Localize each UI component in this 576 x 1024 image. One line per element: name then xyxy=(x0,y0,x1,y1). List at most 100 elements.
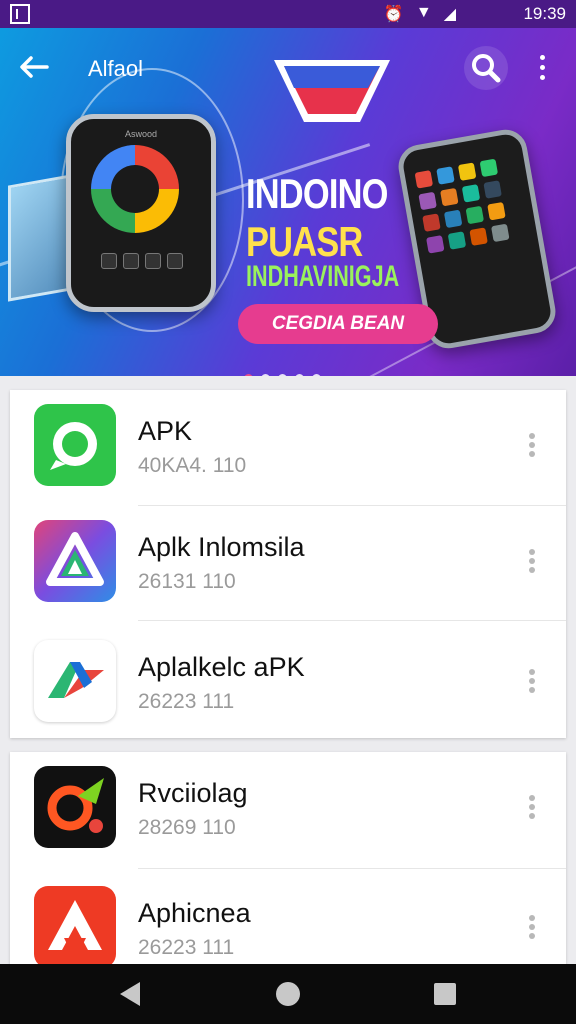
more-dot xyxy=(529,687,535,693)
app-tile xyxy=(483,180,502,199)
more-dot xyxy=(529,804,535,810)
item-more-button[interactable] xyxy=(524,546,540,576)
wifi-icon: ▼ xyxy=(415,4,432,21)
more-dot xyxy=(539,65,545,70)
more-dot xyxy=(529,924,535,930)
app-title: Rvciiolag xyxy=(138,778,248,808)
dock-icon xyxy=(145,253,161,269)
phone-illustration-left: Aswood xyxy=(66,114,216,312)
app-title: Aplk Inlomsila xyxy=(138,532,305,562)
carousel-dot[interactable] xyxy=(244,374,253,376)
dock-icon xyxy=(167,253,183,269)
more-dot xyxy=(529,567,535,573)
more-dot xyxy=(529,442,535,448)
alarm-icon: ⏰ xyxy=(383,6,404,23)
more-dot xyxy=(529,678,535,684)
list-item[interactable]: Aplk Inlomsila 26131 110 xyxy=(10,506,566,618)
app-tile xyxy=(469,227,488,246)
nav-home-icon[interactable] xyxy=(276,982,300,1006)
triangle-logo-icon xyxy=(34,520,116,602)
app-tile xyxy=(422,213,441,232)
promo-headline-2: PUASR xyxy=(246,218,363,265)
item-more-button[interactable] xyxy=(524,912,540,942)
green-chat-icon xyxy=(34,404,116,486)
more-dot xyxy=(539,75,545,80)
back-arrow-icon[interactable] xyxy=(14,50,54,90)
app-subtitle: 26223 111 xyxy=(138,690,235,713)
list-item[interactable]: Aplalkelc aPK 26223 111 xyxy=(10,626,566,738)
item-more-button[interactable] xyxy=(524,430,540,460)
red-a-logo-icon xyxy=(34,886,116,968)
more-dot xyxy=(529,558,535,564)
more-dot xyxy=(529,451,535,457)
dock-icon xyxy=(123,253,139,269)
nav-recents-icon[interactable] xyxy=(434,983,456,1005)
more-dot xyxy=(529,433,535,439)
app-tile xyxy=(479,158,499,178)
banner-badge-shape xyxy=(274,60,390,122)
orange-loop-icon-svg xyxy=(47,778,104,833)
promo-headline-3: INDHAVINIGJA xyxy=(246,260,400,293)
more-dot xyxy=(529,795,535,801)
app-tile xyxy=(487,201,506,221)
more-dot xyxy=(529,933,535,939)
divider xyxy=(138,620,566,621)
promo-cta-button[interactable]: CEGDIA BEAN xyxy=(238,304,438,344)
app-tile xyxy=(447,231,467,250)
app-tile xyxy=(440,187,459,207)
phone-dock xyxy=(101,253,183,269)
promo-headline-1: INDOINO xyxy=(246,170,388,217)
app-title: Alfaol xyxy=(88,56,144,81)
carousel-dot[interactable] xyxy=(278,374,287,376)
carousel-dot[interactable] xyxy=(295,374,304,376)
app-subtitle: 40KA4. 110 xyxy=(138,454,247,477)
triangle-logo-icon-svg xyxy=(46,532,104,586)
app-tile xyxy=(443,209,463,229)
list-item[interactable]: APK 40KA4. 110 xyxy=(10,390,566,502)
item-more-button[interactable] xyxy=(524,666,540,696)
divider xyxy=(138,868,566,869)
app-list-card: APK 40KA4. 110 Aplk Inlomsila 26131 110 xyxy=(10,390,566,738)
search-icon xyxy=(472,54,501,83)
dock-icon xyxy=(101,253,117,269)
more-dot xyxy=(529,669,535,675)
nav-back-icon[interactable] xyxy=(120,982,140,1006)
app-title: APK xyxy=(138,416,193,446)
app-tile xyxy=(436,166,455,185)
app-title: Aphicnea xyxy=(138,898,251,928)
app-tile xyxy=(491,223,510,243)
app-subtitle: 26223 111 xyxy=(138,936,235,959)
more-dot xyxy=(529,813,535,819)
list-item[interactable]: Rvciiolag 28269 110 xyxy=(10,752,566,864)
item-more-button[interactable] xyxy=(524,792,540,822)
app-tile xyxy=(457,162,477,181)
google-logo-icon xyxy=(91,145,179,233)
phone-brand-label: Aswood xyxy=(124,129,158,139)
app-tile xyxy=(418,191,437,211)
app-tile xyxy=(461,184,481,203)
search-button[interactable] xyxy=(464,46,508,90)
app-tile xyxy=(414,170,434,189)
more-dot xyxy=(539,55,545,60)
signal-icon: ◢ xyxy=(443,6,456,23)
back-arrow-icon-svg xyxy=(20,56,49,78)
notification-icon xyxy=(10,4,30,24)
green-arrow-logo-icon xyxy=(34,640,116,722)
app-subtitle: 26131 110 xyxy=(138,570,236,593)
app-tile xyxy=(465,205,485,225)
carousel-dot[interactable] xyxy=(261,374,270,376)
more-dot xyxy=(529,915,535,921)
carousel-dot[interactable] xyxy=(312,374,321,376)
app-tile xyxy=(426,235,445,254)
hero-banner[interactable]: Alfaol Aswood INDOINO PUASR INDHAVINIGJA… xyxy=(0,28,576,376)
orange-loop-icon xyxy=(34,766,116,848)
app-subtitle: 28269 110 xyxy=(138,816,236,839)
app-title: Aplalkelc aPK xyxy=(138,652,305,682)
green-chat-icon-svg xyxy=(50,422,97,470)
status-bar: ⏰ ▼ ◢ 19:39 xyxy=(0,0,576,28)
more-dot xyxy=(529,549,535,555)
green-arrow-logo-icon-svg xyxy=(48,662,104,698)
overflow-menu-button[interactable] xyxy=(528,50,556,90)
system-nav-bar xyxy=(0,964,576,1024)
carousel-indicator xyxy=(244,374,321,376)
